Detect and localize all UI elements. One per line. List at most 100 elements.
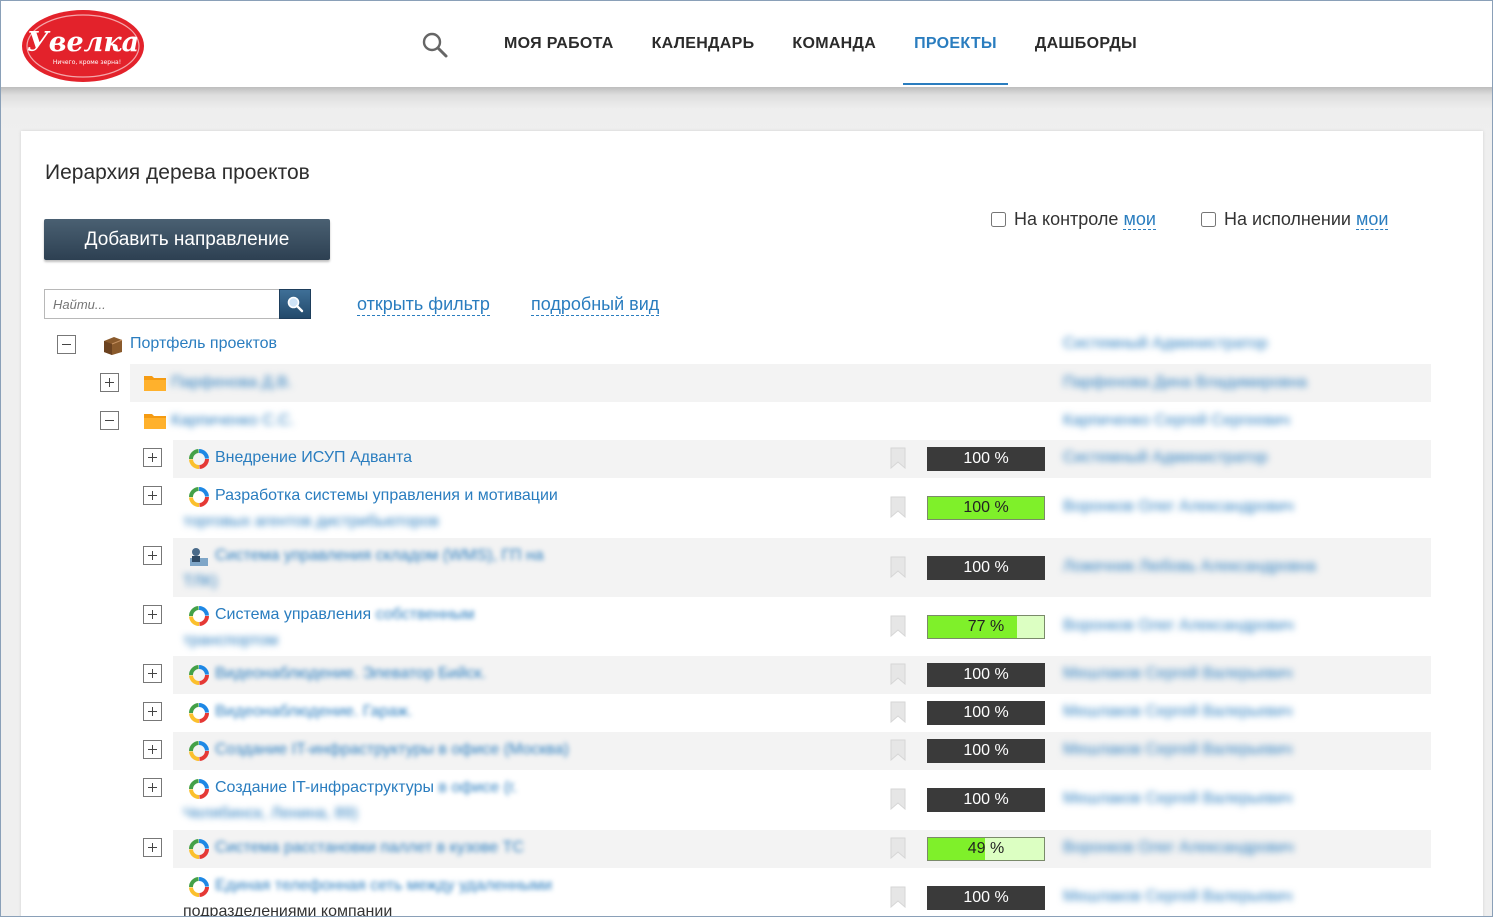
expand-toggle[interactable] <box>100 373 119 392</box>
expand-toggle[interactable] <box>143 778 162 797</box>
project-row: Единая телефонная сеть между удаленными п… <box>21 868 1483 916</box>
project-title[interactable]: Видеонаблюдение. Гараж. <box>215 699 412 725</box>
tree-row-group: Карпиченко С.С. Карпиченко Сергей Сергее… <box>21 402 1483 440</box>
group-owner[interactable]: Карпиченко Сергей Сергеевич <box>1063 412 1290 430</box>
project-owner[interactable]: Воронков Олег Александрович <box>1063 839 1294 857</box>
progress-label: 100 % <box>963 450 1009 467</box>
main-nav: МОЯ РАБОТА КАЛЕНДАРЬ КОМАНДА ПРОЕКТЫ ДАШ… <box>485 1 1156 87</box>
project-title-line2[interactable]: транспортом <box>183 628 278 654</box>
expand-toggle[interactable] <box>143 664 162 683</box>
bookmark-icon[interactable] <box>889 496 907 519</box>
on-execution-checkbox[interactable] <box>1201 212 1216 227</box>
project-title[interactable]: Единая телефонная сеть между удаленными <box>215 873 552 899</box>
expand-toggle[interactable] <box>143 486 162 505</box>
project-title-blurred: в офисе (г. <box>433 779 518 796</box>
svg-text:Ничего, кроме зерна!: Ничего, кроме зерна! <box>53 59 121 66</box>
tree-root-owner[interactable]: Системный Администратор <box>1063 335 1268 353</box>
add-direction-button[interactable]: Добавить направление <box>44 219 330 260</box>
nav-team[interactable]: КОМАНДА <box>773 1 895 87</box>
header-shadow-band <box>1 87 1492 137</box>
project-title-line2[interactable]: ТЛК) <box>183 569 218 595</box>
group-owner[interactable]: Парфенова Дина Владимировна <box>1063 374 1307 392</box>
project-owner[interactable]: Мешлаков Сергей Валерьевич <box>1063 790 1292 808</box>
expand-toggle[interactable] <box>143 838 162 857</box>
progress-label: 100 % <box>963 742 1009 759</box>
page-title: Иерархия дерева проектов <box>45 161 310 184</box>
project-title[interactable]: Создание IT-инфраструктуры в офисе (г. <box>215 775 517 801</box>
warehouse-project-icon <box>187 545 211 569</box>
expand-toggle[interactable] <box>143 702 162 721</box>
project-owner[interactable]: Воронков Олег Александрович <box>1063 498 1294 516</box>
bookmark-icon[interactable] <box>889 701 907 724</box>
detailed-view-link[interactable]: подробный вид <box>531 294 660 316</box>
project-owner[interactable]: Мешлаков Сергей Валерьевич <box>1063 888 1292 906</box>
nav-calendar[interactable]: КАЛЕНДАРЬ <box>633 1 774 87</box>
project-title[interactable]: Система управления собственным <box>215 602 474 628</box>
nav-my-work[interactable]: МОЯ РАБОТА <box>485 1 633 87</box>
tree-root-label[interactable]: Портфель проектов <box>130 331 277 357</box>
project-owner[interactable]: Мешлаков Сергей Валерьевич <box>1063 703 1292 721</box>
tree-row-group: Парфенова Д.В. Парфенова Дина Владимиров… <box>21 364 1483 402</box>
on-control-checkbox[interactable] <box>991 212 1006 227</box>
project-title-text: Создание IT-инфраструктуры <box>215 779 434 796</box>
open-filter-link[interactable]: открыть фильтр <box>357 294 490 316</box>
bookmark-icon[interactable] <box>889 739 907 762</box>
project-title[interactable]: Внедрение ИСУП Адванта <box>215 445 412 471</box>
progress-bar: 100 % <box>927 496 1045 520</box>
tree-search-input[interactable] <box>44 289 280 319</box>
progress-bar: 100 % <box>927 701 1045 725</box>
expand-toggle[interactable] <box>143 546 162 565</box>
collapse-toggle[interactable] <box>100 411 119 430</box>
bookmark-icon[interactable] <box>889 615 907 638</box>
uvelka-logo[interactable]: Увелка Ничего, кроме зерна! <box>21 9 145 83</box>
group-label[interactable]: Карпиченко С.С. <box>171 408 294 434</box>
project-title-blurred: Система расстановки паллет в кузове ТС <box>215 839 524 856</box>
project-row: Система расстановки паллет в кузове ТС 49… <box>21 830 1483 868</box>
project-row: Создание IT-инфраструктуры в офисе (Моск… <box>21 732 1483 770</box>
group-label[interactable]: Парфенова Д.В. <box>171 370 292 396</box>
nav-dashboards[interactable]: ДАШБОРДЫ <box>1016 1 1156 87</box>
left-gutter <box>1 137 21 916</box>
on-execution-filter[interactable]: На исполнении мои <box>1201 209 1389 230</box>
collapse-toggle[interactable] <box>57 335 76 354</box>
project-title[interactable]: Система управления складом (WMS), ГП на <box>215 543 544 569</box>
bookmark-icon[interactable] <box>889 837 907 860</box>
progress-label: 100 % <box>963 889 1009 906</box>
portfolio-icon <box>104 337 123 355</box>
project-title-blurred: собственным <box>371 606 475 623</box>
project-title-line2[interactable]: подразделениями компании <box>183 899 392 916</box>
tree-search-button[interactable] <box>279 289 311 319</box>
project-title[interactable]: Создание IT-инфраструктуры в офисе (Моск… <box>215 737 569 763</box>
on-execution-mine-link[interactable]: мои <box>1355 209 1389 230</box>
project-title[interactable]: Разработка системы управления и мотиваци… <box>215 483 558 509</box>
progress-bar: 100 % <box>927 663 1045 687</box>
project-owner[interactable]: Воронков Олег Александрович <box>1063 617 1294 635</box>
on-control-mine-link[interactable]: мои <box>1123 209 1156 230</box>
bookmark-icon[interactable] <box>889 556 907 579</box>
expand-toggle[interactable] <box>143 448 162 467</box>
project-owner[interactable]: Мешлаков Сергей Валерьевич <box>1063 741 1292 759</box>
project-icon <box>187 739 211 763</box>
folder-icon <box>144 414 166 429</box>
project-title-line2[interactable]: торговых агентов дистрибьюторов <box>183 509 439 535</box>
project-owner[interactable]: Мешлаков Сергей Валерьевич <box>1063 665 1292 683</box>
project-icon <box>187 875 211 899</box>
project-title-line2[interactable]: Челябинск, Ленина, 89) <box>183 801 358 827</box>
project-owner[interactable]: Системный Администратор <box>1063 449 1268 467</box>
expand-toggle[interactable] <box>143 740 162 759</box>
progress-bar: 100 % <box>927 886 1045 910</box>
expand-toggle[interactable] <box>143 605 162 624</box>
search-icon[interactable] <box>421 31 449 59</box>
bookmark-icon[interactable] <box>889 663 907 686</box>
bookmark-icon[interactable] <box>889 886 907 909</box>
project-title[interactable]: Система расстановки паллет в кузове ТС <box>215 835 524 861</box>
project-title[interactable]: Видеонаблюдение. Элеватор Бийск. <box>215 661 486 687</box>
project-title-text: Система управления <box>215 606 372 623</box>
project-owner[interactable]: Ложечник Любовь Александровна <box>1063 558 1316 576</box>
nav-projects[interactable]: ПРОЕКТЫ <box>895 1 1016 87</box>
bookmark-icon[interactable] <box>889 788 907 811</box>
progress-bar: 100 % <box>927 788 1045 812</box>
on-control-filter[interactable]: На контроле мои <box>991 209 1156 230</box>
app-window: Увелка Ничего, кроме зерна! МОЯ РАБОТА К… <box>0 0 1493 917</box>
bookmark-icon[interactable] <box>889 447 907 470</box>
